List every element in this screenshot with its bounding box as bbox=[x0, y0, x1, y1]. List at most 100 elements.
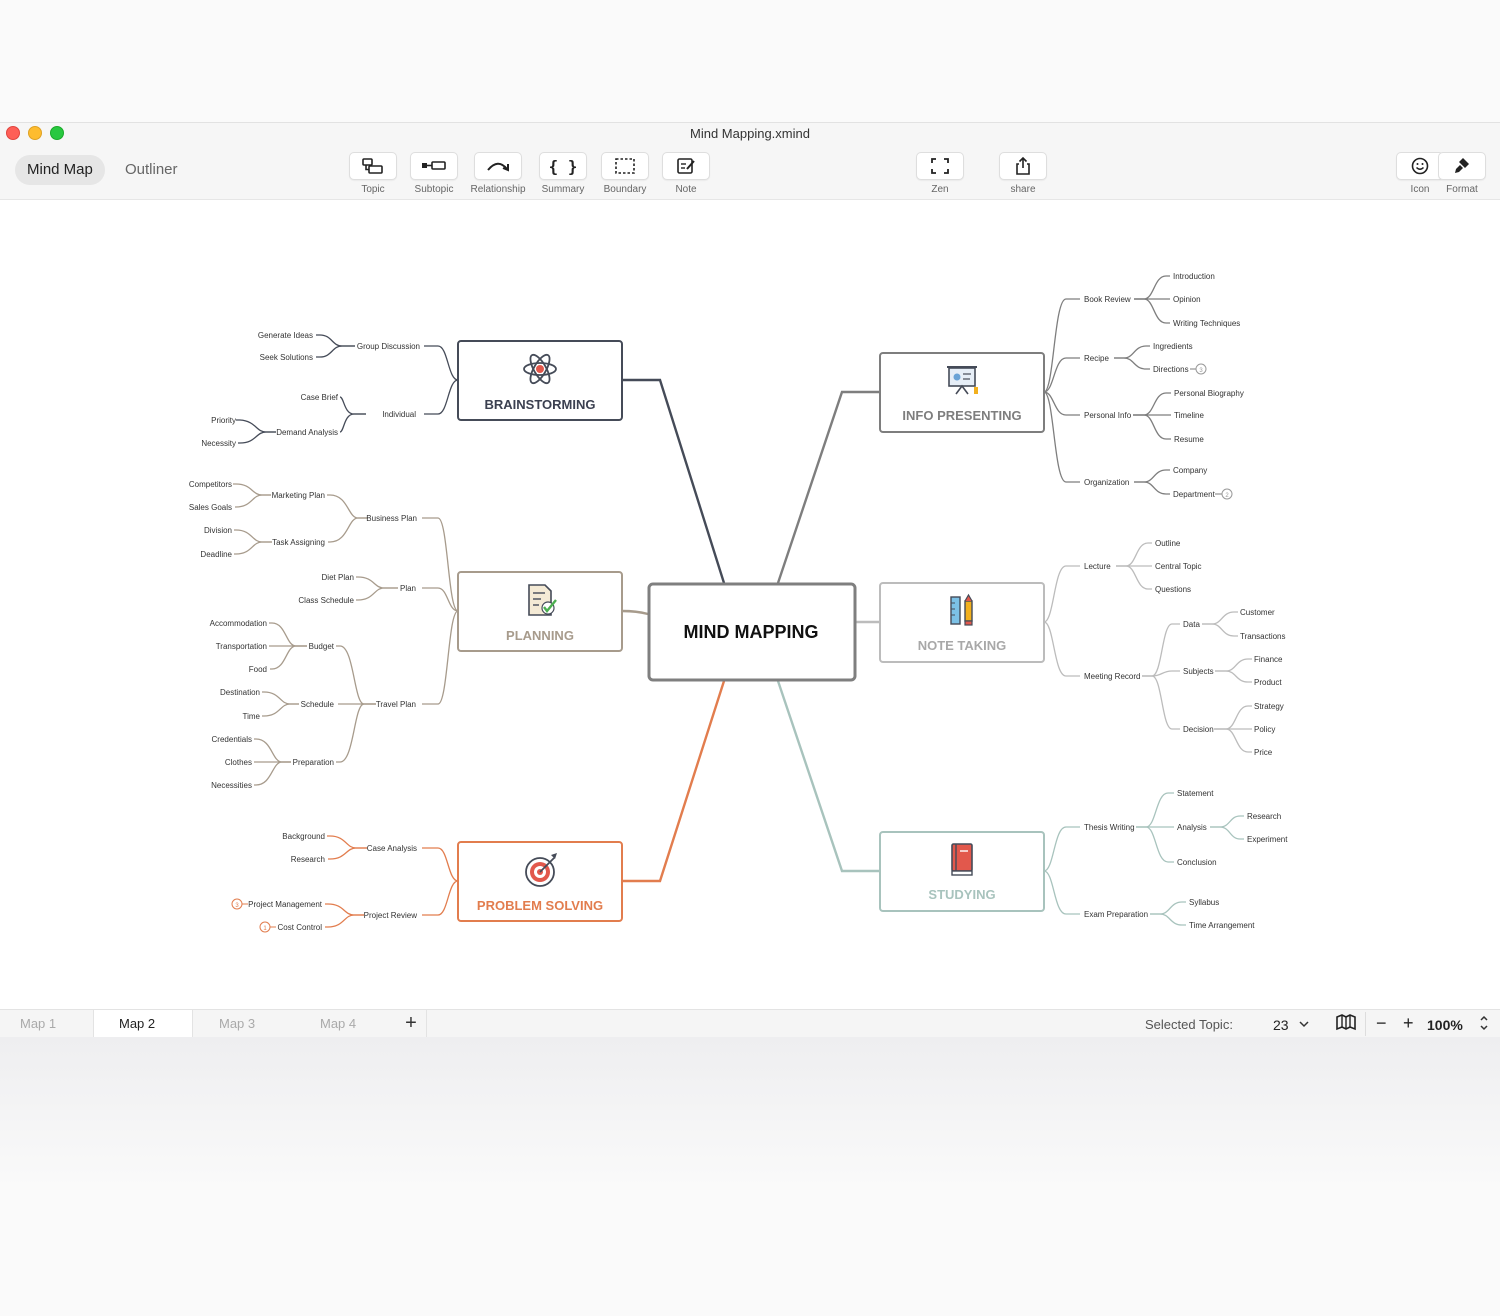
tab-outliner[interactable]: Outliner bbox=[113, 155, 190, 185]
subtopic-customer[interactable]: Customer bbox=[1240, 608, 1275, 617]
subtopic-questions[interactable]: Questions bbox=[1155, 585, 1191, 594]
subtopic-price[interactable]: Price bbox=[1254, 748, 1273, 757]
subtopic-division[interactable]: Division bbox=[204, 526, 232, 535]
subtopic-company[interactable]: Company bbox=[1173, 466, 1207, 475]
topic-planning[interactable]: PLANNING bbox=[457, 571, 623, 652]
sheet-tab-map-2[interactable]: Map 2 bbox=[93, 1010, 193, 1037]
subtopic-timeline[interactable]: Timeline bbox=[1174, 411, 1204, 420]
subtopic-central-topic[interactable]: Central Topic bbox=[1155, 562, 1202, 571]
subtopic-project-review[interactable]: Project Review bbox=[364, 911, 418, 920]
subtopic-transactions[interactable]: Transactions bbox=[1240, 632, 1286, 641]
zoom-out-button[interactable]: − bbox=[1376, 1010, 1387, 1037]
note-button[interactable]: Note bbox=[656, 152, 716, 195]
subtopic-ingredients[interactable]: Ingredients bbox=[1153, 342, 1193, 351]
add-sheet-button[interactable]: + bbox=[396, 1010, 427, 1037]
sheet-tab-map-3[interactable]: Map 3 bbox=[199, 1010, 299, 1037]
subtopic-sales-goals[interactable]: Sales Goals bbox=[189, 503, 232, 512]
summary-button[interactable]: { } Summary bbox=[533, 152, 593, 195]
boundary-button[interactable]: Boundary bbox=[595, 152, 655, 195]
subtopic-transportation[interactable]: Transportation bbox=[216, 642, 267, 651]
subtopic-budget[interactable]: Budget bbox=[309, 642, 335, 651]
subtopic-product[interactable]: Product bbox=[1254, 678, 1282, 687]
subtopic-writing-techniques[interactable]: Writing Techniques bbox=[1173, 319, 1240, 328]
subtopic-lecture[interactable]: Lecture bbox=[1084, 562, 1111, 571]
badge-department[interactable]: 2 bbox=[1215, 488, 1233, 500]
subtopic-syllabus[interactable]: Syllabus bbox=[1189, 898, 1219, 907]
subtopic-cost-control[interactable]: Cost Control bbox=[278, 923, 323, 932]
topic-studying[interactable]: STUDYING bbox=[879, 831, 1045, 912]
subtopic-meeting-record[interactable]: Meeting Record bbox=[1084, 672, 1140, 681]
map-view-button[interactable] bbox=[1335, 1012, 1357, 1037]
relationship-button[interactable]: Relationship bbox=[468, 152, 528, 195]
subtopic-personal-biography[interactable]: Personal Biography bbox=[1174, 389, 1244, 398]
badge-project-management[interactable]: 3 bbox=[231, 898, 248, 910]
selected-topic-dropdown[interactable] bbox=[1298, 1010, 1310, 1037]
subtopic-preparation[interactable]: Preparation bbox=[293, 758, 334, 767]
subtopic-demand-analysis[interactable]: Demand Analysis bbox=[276, 428, 338, 437]
sheet-tab-map-4[interactable]: Map 4 bbox=[300, 1010, 400, 1037]
subtopic-exam-preparation[interactable]: Exam Preparation bbox=[1084, 910, 1148, 919]
subtopic-conclusion[interactable]: Conclusion bbox=[1177, 858, 1217, 867]
subtopic-data[interactable]: Data bbox=[1183, 620, 1200, 629]
subtopic-button[interactable]: Subtopic bbox=[404, 152, 464, 195]
subtopic-priority[interactable]: Priority bbox=[211, 416, 236, 425]
subtopic-deadline[interactable]: Deadline bbox=[200, 550, 232, 559]
subtopic-case-analysis[interactable]: Case Analysis bbox=[367, 844, 417, 853]
subtopic-research-studying[interactable]: Research bbox=[1247, 812, 1281, 821]
subtopic-resume[interactable]: Resume bbox=[1174, 435, 1204, 444]
zen-button[interactable]: Zen bbox=[910, 152, 970, 195]
subtopic-accommodation[interactable]: Accommodation bbox=[210, 619, 267, 628]
subtopic-travel-plan[interactable]: Travel Plan bbox=[376, 700, 416, 709]
subtopic-statement[interactable]: Statement bbox=[1177, 789, 1214, 798]
subtopic-directions[interactable]: Directions bbox=[1153, 365, 1189, 374]
subtopic-time-arrangement[interactable]: Time Arrangement bbox=[1189, 921, 1255, 930]
subtopic-plan[interactable]: Plan bbox=[400, 584, 416, 593]
subtopic-task-assigning[interactable]: Task Assigning bbox=[272, 538, 325, 547]
subtopic-group-discussion[interactable]: Group Discussion bbox=[357, 342, 420, 351]
central-topic[interactable]: MIND MAPPING bbox=[647, 582, 857, 682]
format-button[interactable]: Format bbox=[1432, 152, 1492, 195]
badge-cost-control[interactable]: 1 bbox=[259, 921, 276, 933]
subtopic-marketing-plan[interactable]: Marketing Plan bbox=[272, 491, 325, 500]
subtopic-finance[interactable]: Finance bbox=[1254, 655, 1283, 664]
subtopic-individual[interactable]: Individual bbox=[382, 410, 416, 419]
zoom-stepper[interactable] bbox=[1478, 1013, 1490, 1037]
topic-button[interactable]: Topic bbox=[343, 152, 403, 195]
topic-problem-solving[interactable]: PROBLEM SOLVING bbox=[457, 841, 623, 922]
subtopic-competitors[interactable]: Competitors bbox=[189, 480, 232, 489]
subtopic-diet-plan[interactable]: Diet Plan bbox=[322, 573, 354, 582]
subtopic-seek-solutions[interactable]: Seek Solutions bbox=[260, 353, 313, 362]
sheet-tab-map-1[interactable]: Map 1 bbox=[0, 1010, 100, 1037]
subtopic-class-schedule[interactable]: Class Schedule bbox=[298, 596, 354, 605]
subtopic-recipe[interactable]: Recipe bbox=[1084, 354, 1109, 363]
subtopic-project-management[interactable]: Project Management bbox=[248, 900, 323, 909]
topic-info-presenting[interactable]: INFO PRESENTING bbox=[879, 352, 1045, 433]
subtopic-necessities[interactable]: Necessities bbox=[211, 781, 252, 790]
subtopic-time[interactable]: Time bbox=[243, 712, 261, 721]
subtopic-background[interactable]: Background bbox=[282, 832, 325, 841]
subtopic-experiment[interactable]: Experiment bbox=[1247, 835, 1288, 844]
subtopic-destination[interactable]: Destination bbox=[220, 688, 260, 697]
subtopic-strategy[interactable]: Strategy bbox=[1254, 702, 1284, 711]
topic-note-taking[interactable]: NOTE TAKING bbox=[879, 582, 1045, 663]
subtopic-outline[interactable]: Outline bbox=[1155, 539, 1181, 548]
zoom-in-button[interactable]: + bbox=[1403, 1010, 1414, 1037]
subtopic-personal-info[interactable]: Personal Info bbox=[1084, 411, 1132, 420]
subtopic-research[interactable]: Research bbox=[291, 855, 325, 864]
topic-brainstorming[interactable]: BRAINSTORMING bbox=[457, 340, 623, 421]
share-button[interactable]: share bbox=[993, 152, 1053, 195]
subtopic-clothes[interactable]: Clothes bbox=[225, 758, 252, 767]
subtopic-organization[interactable]: Organization bbox=[1084, 478, 1129, 487]
subtopic-schedule[interactable]: Schedule bbox=[301, 700, 335, 709]
subtopic-book-review[interactable]: Book Review bbox=[1084, 295, 1131, 304]
subtopic-credentials[interactable]: Credentials bbox=[212, 735, 252, 744]
subtopic-food[interactable]: Food bbox=[249, 665, 267, 674]
subtopic-opinion[interactable]: Opinion bbox=[1173, 295, 1201, 304]
subtopic-decision[interactable]: Decision bbox=[1183, 725, 1214, 734]
subtopic-necessity[interactable]: Necessity bbox=[201, 439, 236, 448]
subtopic-case-brief[interactable]: Case Brief bbox=[301, 393, 339, 402]
subtopic-analysis[interactable]: Analysis bbox=[1177, 823, 1207, 832]
subtopic-business-plan[interactable]: Business Plan bbox=[366, 514, 417, 523]
subtopic-introduction[interactable]: Introduction bbox=[1173, 272, 1215, 281]
tab-mind-map[interactable]: Mind Map bbox=[15, 155, 105, 185]
